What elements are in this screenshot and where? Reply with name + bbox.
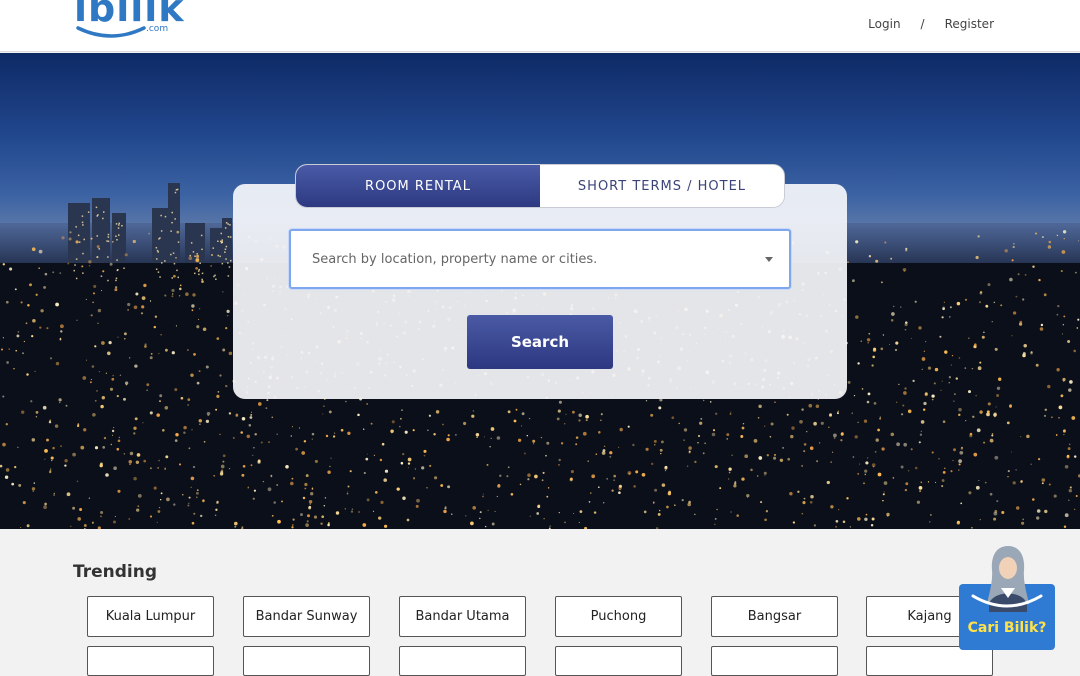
chat-widget-label: Cari Bilik? xyxy=(967,620,1047,636)
trending-title: Trending xyxy=(73,562,158,582)
logo-suffix: .com xyxy=(146,24,169,34)
trending-item-kuala-lumpur[interactable]: Kuala Lumpur xyxy=(87,596,214,637)
trending-item[interactable] xyxy=(711,646,838,676)
tab-short-terms-hotel[interactable]: SHORT TERMS / HOTEL xyxy=(540,165,784,207)
search-tabs: ROOM RENTAL SHORT TERMS / HOTEL xyxy=(295,164,785,208)
ibilik-logo[interactable]: ibilik .com xyxy=(74,0,184,46)
chevron-down-icon xyxy=(765,256,773,262)
register-link[interactable]: Register xyxy=(945,17,994,31)
trending-item[interactable] xyxy=(399,646,526,676)
top-header: ibilik .com Login / Register xyxy=(0,0,1080,52)
logo-smile-icon xyxy=(76,26,146,38)
location-search-select[interactable]: Search by location, property name or cit… xyxy=(289,229,791,289)
chat-smile-icon xyxy=(971,594,1043,608)
trending-item[interactable] xyxy=(87,646,214,676)
trending-item-bandar-sunway[interactable]: Bandar Sunway xyxy=(243,596,370,637)
trending-item[interactable] xyxy=(555,646,682,676)
auth-links: Login / Register xyxy=(868,17,994,31)
trending-item-bangsar[interactable]: Bangsar xyxy=(711,596,838,637)
login-link[interactable]: Login xyxy=(868,17,900,31)
cari-bilik-chat-widget[interactable]: Cari Bilik? xyxy=(959,542,1055,652)
search-placeholder: Search by location, property name or cit… xyxy=(312,251,598,267)
auth-separator: / xyxy=(920,17,925,31)
trending-item-bandar-utama[interactable]: Bandar Utama xyxy=(399,596,526,637)
search-button[interactable]: Search xyxy=(467,315,613,369)
trending-item[interactable] xyxy=(243,646,370,676)
tab-room-rental[interactable]: ROOM RENTAL xyxy=(296,165,540,207)
trending-item-puchong[interactable]: Puchong xyxy=(555,596,682,637)
